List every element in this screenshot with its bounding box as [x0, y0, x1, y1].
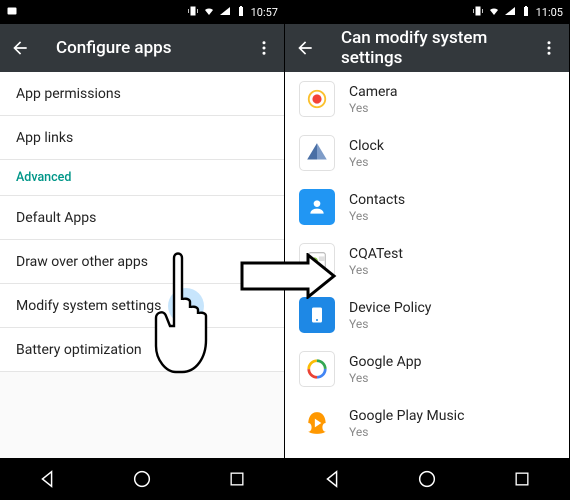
vibrate-icon: [472, 5, 484, 20]
app-row-clock[interactable]: ClockYes: [285, 126, 569, 180]
signal-icon: [219, 5, 231, 20]
row-label: Draw over other apps: [16, 254, 148, 270]
nav-home-button[interactable]: [413, 465, 441, 493]
phone-left: 10:57 Configure apps App permissions App…: [0, 0, 285, 500]
device-policy-icon: [299, 297, 335, 333]
back-button[interactable]: [293, 36, 317, 60]
clock-icon: [299, 135, 335, 171]
contacts-icon: [299, 189, 335, 225]
overflow-menu-button[interactable]: [252, 36, 276, 60]
app-row-google-app[interactable]: Google AppYes: [285, 342, 569, 396]
vibrate-icon: [187, 5, 199, 20]
app-name: Google App: [349, 354, 422, 370]
app-row-contacts[interactable]: ContactsYes: [285, 180, 569, 234]
clock-text: 11:05: [536, 6, 563, 19]
row-battery-optimization[interactable]: Battery optimization: [0, 328, 284, 372]
page-title: Configure apps: [56, 38, 252, 58]
section-label-text: Advanced: [16, 170, 71, 185]
row-default-apps[interactable]: Default Apps: [0, 196, 284, 240]
app-name: CQATest: [349, 246, 403, 262]
page-title: Can modify system settings: [341, 28, 537, 68]
app-status: Yes: [349, 101, 398, 115]
app-list: CameraYes ClockYes ContactsYes CQATestYe…: [285, 72, 569, 458]
camera-icon: [299, 81, 335, 117]
row-modify-system-settings[interactable]: Modify system settings: [0, 284, 284, 328]
row-label: Modify system settings: [16, 298, 161, 314]
wifi-icon: [488, 5, 500, 20]
image-indicator-icon: [6, 5, 18, 20]
app-bar: Can modify system settings: [285, 24, 569, 72]
row-label: App links: [16, 130, 73, 146]
app-row-camera[interactable]: CameraYes: [285, 72, 569, 126]
nav-home-button[interactable]: [128, 465, 156, 493]
row-label: App permissions: [16, 86, 121, 102]
nav-back-button[interactable]: [318, 465, 346, 493]
app-name: Google Play Music: [349, 408, 464, 424]
app-row-play-music[interactable]: Google Play MusicYes: [285, 396, 569, 450]
status-bar: 10:57: [0, 0, 284, 24]
battery-icon: [520, 5, 532, 20]
app-bar: Configure apps: [0, 24, 284, 72]
app-name: Device Policy: [349, 300, 431, 316]
cqatest-icon: [299, 243, 335, 279]
nav-bar: [285, 458, 569, 500]
status-bar: 11:05: [285, 0, 569, 24]
app-status: Yes: [349, 317, 431, 331]
phone-right: 11:05 Can modify system settings CameraY…: [285, 0, 570, 500]
row-app-permissions[interactable]: App permissions: [0, 72, 284, 116]
app-row-play-services[interactable]: Google Play servicesYes: [285, 450, 569, 458]
touch-ripple: [168, 288, 204, 324]
nav-back-button[interactable]: [33, 465, 61, 493]
row-label: Default Apps: [16, 210, 96, 226]
nav-recents-button[interactable]: [223, 465, 251, 493]
app-status: Yes: [349, 371, 422, 385]
clock-text: 10:57: [251, 6, 278, 19]
back-button[interactable]: [8, 36, 32, 60]
app-name: Clock: [349, 138, 384, 154]
app-row-device-policy[interactable]: Device PolicyYes: [285, 288, 569, 342]
app-status: Yes: [349, 155, 384, 169]
nav-bar: [0, 458, 284, 500]
google-app-icon: [299, 351, 335, 387]
app-status: Yes: [349, 263, 403, 277]
row-draw-over[interactable]: Draw over other apps: [0, 240, 284, 284]
overflow-menu-button[interactable]: [537, 36, 561, 60]
row-label: Battery optimization: [16, 342, 142, 358]
app-status: Yes: [349, 425, 464, 439]
section-advanced: Advanced: [0, 160, 284, 196]
nav-recents-button[interactable]: [508, 465, 536, 493]
wifi-icon: [203, 5, 215, 20]
app-row-cqatest[interactable]: CQATestYes: [285, 234, 569, 288]
app-name: Camera: [349, 84, 398, 100]
row-app-links[interactable]: App links: [0, 116, 284, 160]
app-name: Contacts: [349, 192, 405, 208]
settings-list: App permissions App links Advanced Defau…: [0, 72, 284, 458]
app-status: Yes: [349, 209, 405, 223]
battery-icon: [235, 5, 247, 20]
signal-icon: [504, 5, 516, 20]
play-music-icon: [299, 405, 335, 441]
